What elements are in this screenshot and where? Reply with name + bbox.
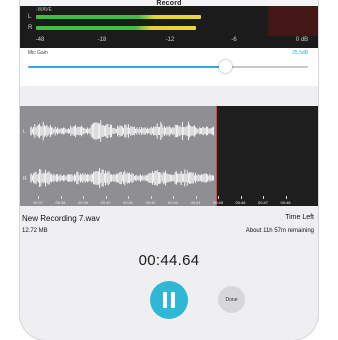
playhead[interactable]	[216, 106, 217, 206]
timeline-ruler: 00:37 00:38 00:39 00:40 00:41 00:42 00:43 00:44…	[20, 194, 318, 206]
timeline-label: 00:37	[32, 200, 44, 205]
file-size: 12.72 MB	[22, 228, 48, 234]
mic-gain-panel: Mic Gain 25.5dB	[20, 48, 318, 86]
timeline-tick	[218, 196, 219, 199]
meter-format-tag: -WAVE	[36, 7, 52, 13]
mic-gain-track-empty[interactable]	[226, 66, 308, 68]
timeline-label: 00:42	[145, 200, 156, 205]
mic-gain-slider-thumb[interactable]	[219, 60, 232, 73]
timeline-tick	[38, 196, 39, 199]
mic-gain-value: 25.5dB	[292, 50, 308, 56]
waveform-right-channel	[30, 167, 214, 189]
file-name[interactable]: New Recording 7.wav	[22, 214, 100, 223]
timeline-tick	[173, 196, 174, 199]
waveform-channel-label: L	[23, 129, 26, 135]
timeline-label: 00:43	[167, 200, 179, 205]
pause-icon	[163, 292, 175, 308]
timeline-tick	[83, 196, 84, 199]
timeline-label: 00:45	[212, 200, 224, 205]
timeline-label: 00:39	[77, 200, 89, 205]
meter-bar-left	[36, 15, 201, 19]
done-button[interactable]: Done	[218, 286, 245, 313]
timeline-label: 00:46	[235, 200, 246, 205]
timeline-tick	[128, 196, 129, 199]
meter-scale-label: -12	[165, 37, 175, 43]
timeline-tick	[150, 196, 152, 199]
waveform-left-channel	[30, 120, 214, 142]
timeline-label: 00:38	[55, 200, 66, 205]
timeline-label: 00:40	[100, 200, 111, 205]
timeline-tick	[240, 196, 242, 199]
meter-channel-label: L	[28, 14, 32, 20]
meter-scale-label: -48	[35, 37, 45, 43]
meter-scale-label: 0 dB	[295, 37, 309, 43]
pause-record-button[interactable]	[150, 281, 188, 319]
timeline-tick	[60, 196, 62, 199]
meter-channel-label: R	[28, 25, 33, 31]
timeline-tick	[195, 196, 197, 199]
timeline-label: 00:41	[122, 200, 134, 205]
timeline-tick	[263, 196, 264, 199]
mic-gain-track-filled[interactable]	[28, 66, 226, 68]
time-left-value: About 11h 57m remaining	[245, 228, 314, 234]
time-left-label: Time Left	[285, 214, 314, 221]
meter-clip-zone	[268, 6, 318, 36]
timeline-label: 00:48	[280, 200, 291, 205]
recorder-screen: Record -WAVE L R -48 -18 -12 -6 0 dB Mic…	[20, 0, 318, 340]
mic-gain-label: Mic Gain	[28, 50, 48, 56]
meter-scale-label: -6	[231, 37, 237, 43]
meter-scale-label: -18	[97, 37, 107, 43]
waveform-view[interactable]: L R 00:37 00:38 00:39 00:40 00:41 00:42 00:43 0…	[20, 106, 318, 206]
level-meter: -WAVE L R -48 -18 -12 -6 0 dB	[20, 6, 318, 48]
timeline-tick	[105, 196, 107, 199]
meter-bar-right	[36, 26, 197, 30]
timeline-label: 00:47	[257, 200, 269, 205]
timeline-label: 00:44	[190, 200, 201, 205]
elapsed-time: 00:44.64	[138, 252, 200, 269]
waveform-channel-label: R	[23, 176, 27, 182]
timeline-tick	[285, 196, 287, 199]
